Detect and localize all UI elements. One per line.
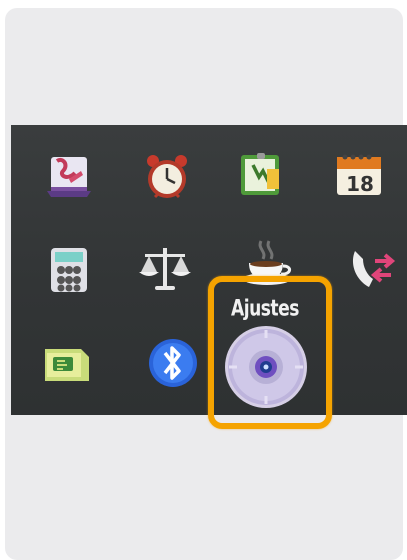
calendar-icon[interactable]: 18 <box>331 147 387 203</box>
selected-item-label: Ajustes <box>231 296 299 322</box>
notes-icon[interactable] <box>41 147 97 203</box>
scale-converter-icon[interactable] <box>137 240 193 296</box>
alarm-clock-icon[interactable] <box>139 149 195 205</box>
calendar-day-number: 18 <box>346 172 374 196</box>
call-transfer-icon[interactable] <box>345 241 401 297</box>
sim-card-icon[interactable] <box>39 335 95 391</box>
bluetooth-icon[interactable] <box>145 335 201 391</box>
calculator-icon[interactable] <box>41 242 97 298</box>
tasks-icon[interactable] <box>233 147 289 203</box>
